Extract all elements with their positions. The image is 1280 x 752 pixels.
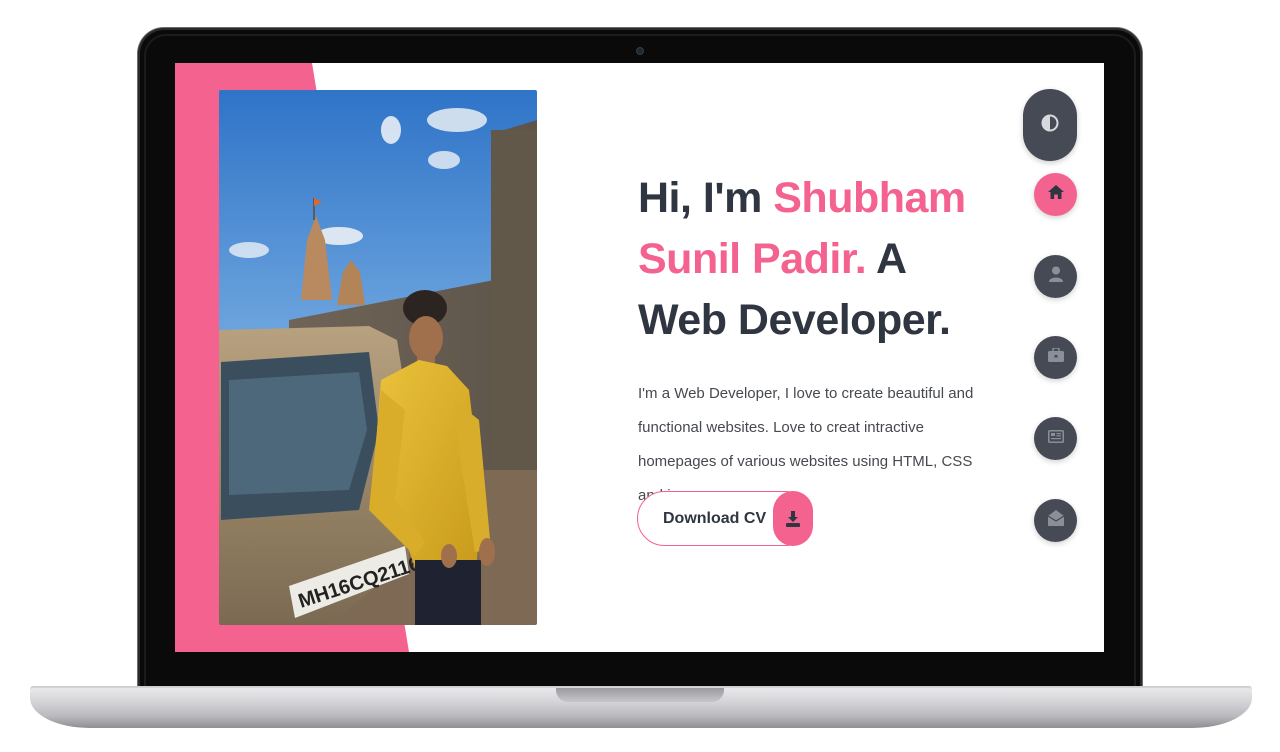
download-cv-label: Download CV — [663, 510, 767, 527]
laptop-notch — [556, 688, 724, 702]
briefcase-icon — [1047, 347, 1064, 367]
envelope-open-icon — [1047, 510, 1064, 531]
camera — [636, 47, 644, 55]
download-cv-button[interactable]: Download CV — [637, 491, 813, 546]
nav-about-button[interactable] — [1034, 255, 1077, 298]
website-screen: MH16CQ2116 Hi, I'm Shubham Sunil Padir. … — [175, 63, 1104, 652]
profile-photo: MH16CQ2116 — [219, 90, 537, 625]
nav-portfolio-button[interactable] — [1034, 336, 1077, 379]
newspaper-icon — [1047, 429, 1064, 448]
nav-home-button[interactable] — [1034, 173, 1077, 216]
download-icon — [773, 491, 813, 546]
hero-section: Hi, I'm Shubham Sunil Padir. A Web Devel… — [638, 168, 998, 513]
theme-toggle-button[interactable] — [1023, 89, 1077, 161]
home-icon — [1047, 185, 1064, 204]
user-icon — [1048, 266, 1063, 287]
hero-headline: Hi, I'm Shubham Sunil Padir. A Web Devel… — [638, 168, 998, 351]
nav-contact-button[interactable] — [1034, 499, 1077, 542]
nav-blogs-button[interactable] — [1034, 417, 1077, 460]
contrast-icon — [1041, 114, 1059, 137]
headline-greeting: Hi, I'm — [638, 174, 774, 222]
